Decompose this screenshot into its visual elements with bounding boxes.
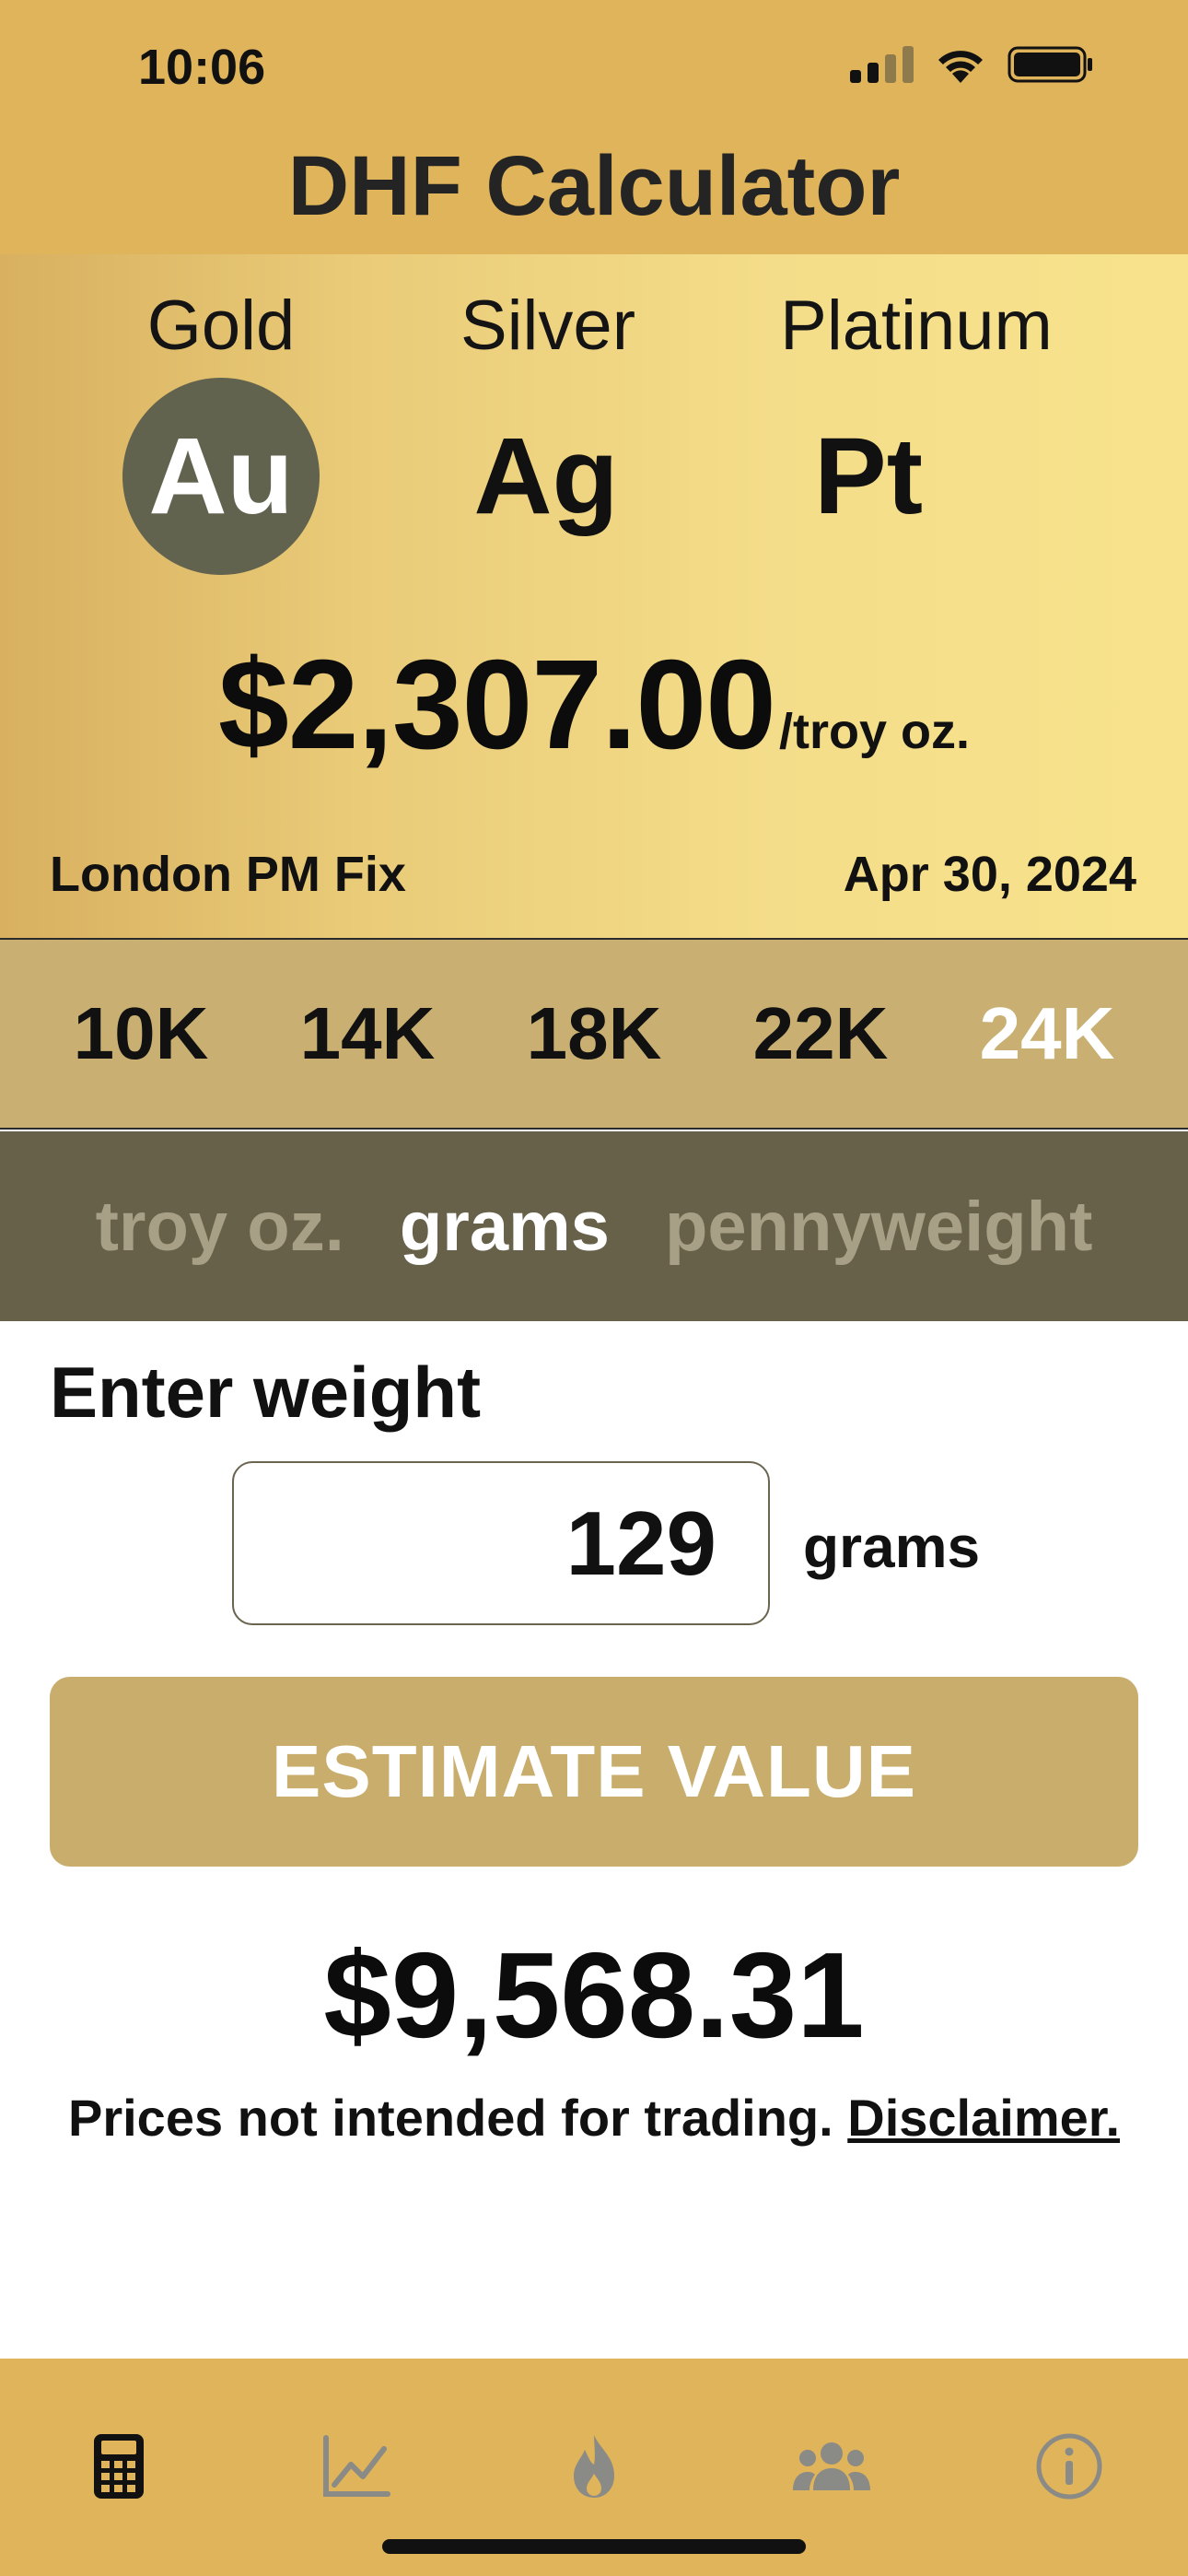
karat-22k[interactable]: 22K xyxy=(753,991,889,1076)
karat-14k[interactable]: 14K xyxy=(300,991,436,1076)
weight-label: Enter weight xyxy=(50,1352,482,1433)
disclaimer-text: Prices not intended for trading. xyxy=(67,2089,833,2147)
disclaimer-line: Prices not intended for trading. Disclai… xyxy=(0,2088,1188,2148)
unit-grams[interactable]: grams xyxy=(400,1187,610,1267)
info-icon xyxy=(1036,2433,1102,2500)
calculator-icon xyxy=(94,2434,144,2499)
karat-10k[interactable]: 10K xyxy=(74,991,209,1076)
price-date: Apr 30, 2024 xyxy=(843,847,1136,902)
app-title: DHF Calculator xyxy=(287,139,901,233)
metal-symbol-silver[interactable]: Ag xyxy=(448,378,645,575)
people-icon xyxy=(793,2442,870,2490)
weight-input[interactable]: 129 xyxy=(232,1461,770,1625)
disclaimer-link[interactable]: Disclaimer. xyxy=(847,2089,1120,2147)
metal-section: Gold Silver Platinum Au Ag Pt $2,307.00 … xyxy=(0,254,1188,940)
estimated-value: $9,568.31 xyxy=(323,1927,865,2063)
tab-chart[interactable] xyxy=(315,2425,398,2508)
karat-18k[interactable]: 18K xyxy=(527,991,662,1076)
tab-calculator[interactable] xyxy=(77,2425,160,2508)
metal-symbol-platinum[interactable]: Pt xyxy=(770,378,967,575)
chart-icon xyxy=(323,2435,390,2497)
metal-symbol-gold[interactable]: Au xyxy=(122,378,320,575)
karat-24k[interactable]: 24K xyxy=(980,991,1115,1076)
status-time: 10:06 xyxy=(138,40,266,95)
unit-pennyweight[interactable]: pennyweight xyxy=(665,1187,1092,1267)
price-source: London PM Fix xyxy=(50,847,406,902)
tab-info[interactable] xyxy=(1028,2425,1111,2508)
battery-icon xyxy=(1007,46,1092,83)
app-header: 10:06 DHF Calculator xyxy=(0,0,1188,254)
tab-people[interactable] xyxy=(790,2425,873,2508)
wifi-icon xyxy=(938,51,983,83)
estimate-value-button[interactable]: ESTIMATE VALUE xyxy=(50,1677,1138,1867)
metal-name-silver[interactable]: Silver xyxy=(433,286,663,366)
metal-name-gold[interactable]: Gold xyxy=(129,286,313,366)
spot-price: $2,307.00 /troy oz. xyxy=(0,632,1188,779)
dhf-calculator-screen: 10:06 DHF Calculator Gold Silver Platinu… xyxy=(0,0,1188,2576)
metal-name-platinum[interactable]: Platinum xyxy=(755,286,1077,366)
unit-troy-oz[interactable]: troy oz. xyxy=(96,1187,344,1267)
price-unit: /troy oz. xyxy=(778,704,970,759)
flame-icon xyxy=(574,2435,614,2498)
status-icons xyxy=(850,44,1094,85)
home-indicator xyxy=(382,2539,806,2554)
weight-unit: grams xyxy=(803,1514,981,1580)
signal-icon xyxy=(850,46,914,83)
karat-selector: 10K 14K 18K 22K 24K xyxy=(0,940,1188,1130)
tab-flame[interactable] xyxy=(553,2425,635,2508)
unit-selector: troy oz. grams pennyweight xyxy=(0,1131,1188,1321)
price-value: $2,307.00 xyxy=(218,634,776,776)
